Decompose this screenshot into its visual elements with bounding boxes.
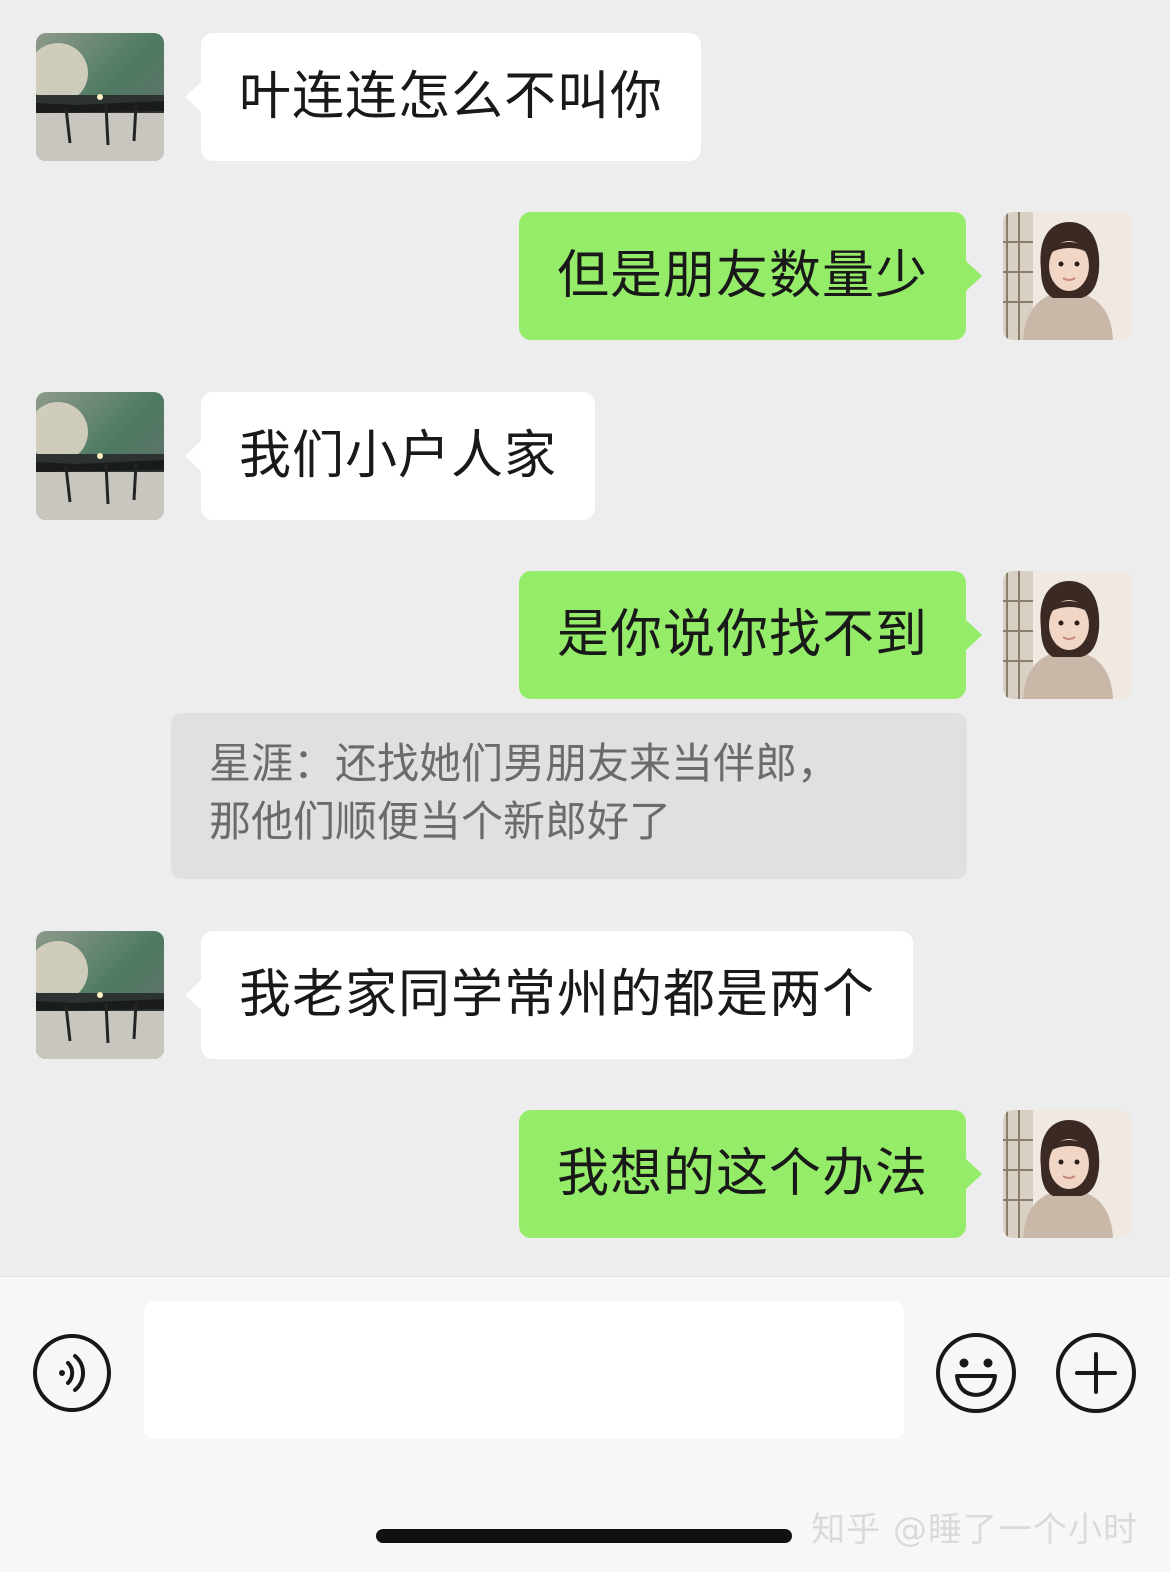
my-avatar[interactable] bbox=[1003, 571, 1131, 699]
moon-landscape-icon bbox=[36, 392, 164, 520]
message-bubble-sent[interactable]: 但是朋友数量少 bbox=[518, 212, 983, 340]
message-bubble-sent[interactable]: 是你说你找不到 bbox=[518, 571, 983, 699]
home-indicator[interactable] bbox=[376, 1529, 792, 1543]
message-bubble-sent[interactable]: 我想的这个办法 bbox=[518, 1110, 983, 1238]
contact-avatar[interactable] bbox=[36, 392, 164, 520]
message-bubble-received[interactable]: 我老家同学常州的都是两个 bbox=[184, 931, 914, 1059]
chat-history: 叶连连怎么不叫你 但是朋友数量少 我们小户人家 是你说你找不到 星涯：还找她们男… bbox=[0, 0, 1170, 1276]
voice-icon bbox=[33, 1334, 111, 1412]
contact-avatar[interactable] bbox=[36, 931, 164, 1059]
girl-portrait-icon bbox=[1003, 1110, 1131, 1238]
moon-landscape-icon bbox=[36, 931, 164, 1059]
girl-portrait-icon bbox=[1003, 571, 1131, 699]
quote-line: 那他们顺便当个新郎好了 bbox=[209, 797, 672, 846]
message-bubble-received[interactable]: 我们小户人家 bbox=[184, 392, 596, 520]
voice-button[interactable] bbox=[32, 1333, 112, 1413]
message-bubble-received[interactable]: 叶连连怎么不叫你 bbox=[184, 33, 702, 161]
girl-portrait-icon bbox=[1003, 212, 1131, 340]
watermark: 知乎 @睡了一个小时 bbox=[811, 1510, 1138, 1550]
quote-line: 星涯：还找她们男朋友来当伴郎， bbox=[209, 739, 840, 788]
emoji-icon bbox=[936, 1333, 1016, 1413]
more-button[interactable] bbox=[1055, 1332, 1137, 1414]
message-input[interactable] bbox=[144, 1301, 904, 1439]
quoted-message[interactable]: 星涯：还找她们男朋友来当伴郎， 那他们顺便当个新郎好了 bbox=[171, 713, 967, 879]
input-bar: 知乎 @睡了一个小时 bbox=[0, 1276, 1170, 1572]
emoji-button[interactable] bbox=[935, 1332, 1017, 1414]
my-avatar[interactable] bbox=[1003, 1110, 1131, 1238]
moon-landscape-icon bbox=[36, 33, 164, 161]
plus-icon bbox=[1056, 1333, 1136, 1413]
my-avatar[interactable] bbox=[1003, 212, 1131, 340]
contact-avatar[interactable] bbox=[36, 33, 164, 161]
